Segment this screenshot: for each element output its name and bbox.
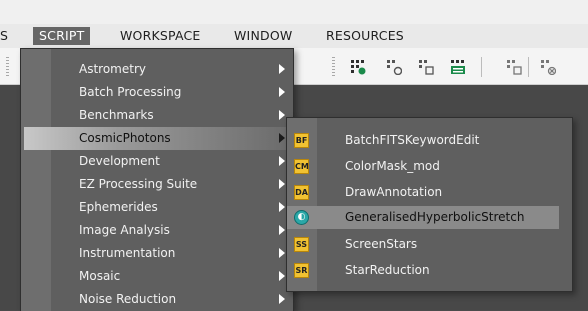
submenu-arrow-icon (279, 110, 285, 120)
menu-item-ez-processing-suite[interactable]: EZ Processing Suite (21, 173, 293, 196)
menu-process-partial[interactable]: S (0, 27, 8, 45)
menu-item-image-analysis[interactable]: Image Analysis (21, 219, 293, 242)
toolbar-grip[interactable] (6, 57, 9, 77)
menu-item-label: Instrumentation (79, 246, 176, 260)
ghs-icon: ◐ (294, 210, 309, 225)
view-close-icon[interactable] (540, 59, 556, 75)
menu-script[interactable]: SCRIPT (33, 27, 91, 45)
menu-item-label: Ephemerides (79, 200, 158, 214)
menu-item-benchmarks[interactable]: Benchmarks (21, 104, 293, 127)
menu-item-label: EZ Processing Suite (79, 177, 198, 191)
menu-item-label: DrawAnnotation (345, 185, 443, 199)
toolbar-grip[interactable] (332, 57, 335, 77)
script-icon: BF (294, 133, 309, 148)
submenu-item-screenstars[interactable]: SS ScreenStars (287, 233, 559, 256)
menu-item-label: StarReduction (345, 263, 430, 277)
menu-item-label: Noise Reduction (79, 292, 177, 306)
menu-item-ephemerides[interactable]: Ephemerides (21, 196, 293, 219)
menu-item-astrometry[interactable]: Astrometry (21, 58, 293, 81)
view-new-icon[interactable] (386, 59, 402, 75)
view-add-icon[interactable] (350, 59, 366, 75)
view-icon[interactable] (506, 59, 522, 75)
menu-item-instrumentation[interactable]: Instrumentation (21, 242, 293, 265)
menu-item-label: Image Analysis (79, 223, 170, 237)
script-menu: Astrometry Batch Processing Benchmarks C… (20, 48, 294, 311)
submenu-arrow-icon (279, 179, 285, 189)
submenu-item-starreduction[interactable]: SR StarReduction (287, 259, 559, 282)
submenu-arrow-icon (279, 271, 285, 281)
menu-item-label: Benchmarks (79, 108, 154, 122)
submenu-arrow-icon (279, 87, 285, 97)
view-save-icon[interactable] (418, 59, 434, 75)
menu-item-mosaic[interactable]: Mosaic (21, 265, 293, 288)
submenu-arrow-icon (279, 156, 285, 166)
toolbar-separator (528, 57, 529, 77)
menu-item-label: Mosaic (79, 269, 121, 283)
submenu-item-drawannotation[interactable]: DA DrawAnnotation (287, 181, 559, 204)
submenu-item-batchfitskeywordedit[interactable]: BF BatchFITSKeywordEdit (287, 129, 559, 152)
menu-item-noise-reduction[interactable]: Noise Reduction (21, 288, 293, 311)
menu-item-label: ScreenStars (345, 237, 418, 251)
submenu-arrow-icon (279, 248, 285, 258)
submenu-item-colormask-mod[interactable]: CM ColorMask_mod (287, 155, 559, 178)
menu-resources[interactable]: RESOURCES (326, 27, 404, 45)
menu-item-label: GeneralisedHyperbolicStretch (345, 210, 525, 224)
menu-item-label: CosmicPhotons (79, 131, 171, 145)
menu-item-label: BatchFITSKeywordEdit (345, 133, 480, 147)
menu-item-label: ColorMask_mod (345, 159, 440, 173)
submenu-arrow-icon (279, 225, 285, 235)
menu-workspace[interactable]: WORKSPACE (120, 27, 201, 45)
toolbar-separator (481, 57, 482, 77)
window-top-strip (0, 0, 588, 24)
submenu-arrow-icon (279, 133, 285, 143)
menu-item-label: Astrometry (79, 62, 146, 76)
script-icon: SS (294, 237, 309, 252)
script-icon: DA (294, 185, 309, 200)
submenu-arrow-icon (279, 294, 285, 304)
menu-item-label: Batch Processing (79, 85, 182, 99)
submenu-arrow-icon (279, 64, 285, 74)
submenu-arrow-icon (279, 202, 285, 212)
menu-item-development[interactable]: Development (21, 150, 293, 173)
menu-window[interactable]: WINDOW (234, 27, 292, 45)
script-icon: SR (294, 263, 309, 278)
submenu-item-generalisedhyperbolicstretch[interactable]: ◐ GeneralisedHyperbolicStretch (287, 206, 559, 229)
menu-item-batch-processing[interactable]: Batch Processing (21, 81, 293, 104)
menu-item-label: Development (79, 154, 160, 168)
view-list-icon[interactable] (450, 59, 466, 75)
menu-bar: S SCRIPT WORKSPACE WINDOW RESOURCES (0, 24, 588, 49)
cosmicphotons-submenu: BF BatchFITSKeywordEdit CM ColorMask_mod… (286, 117, 573, 292)
menu-item-cosmicphotons[interactable]: CosmicPhotons (24, 127, 293, 150)
script-icon: CM (294, 159, 309, 174)
